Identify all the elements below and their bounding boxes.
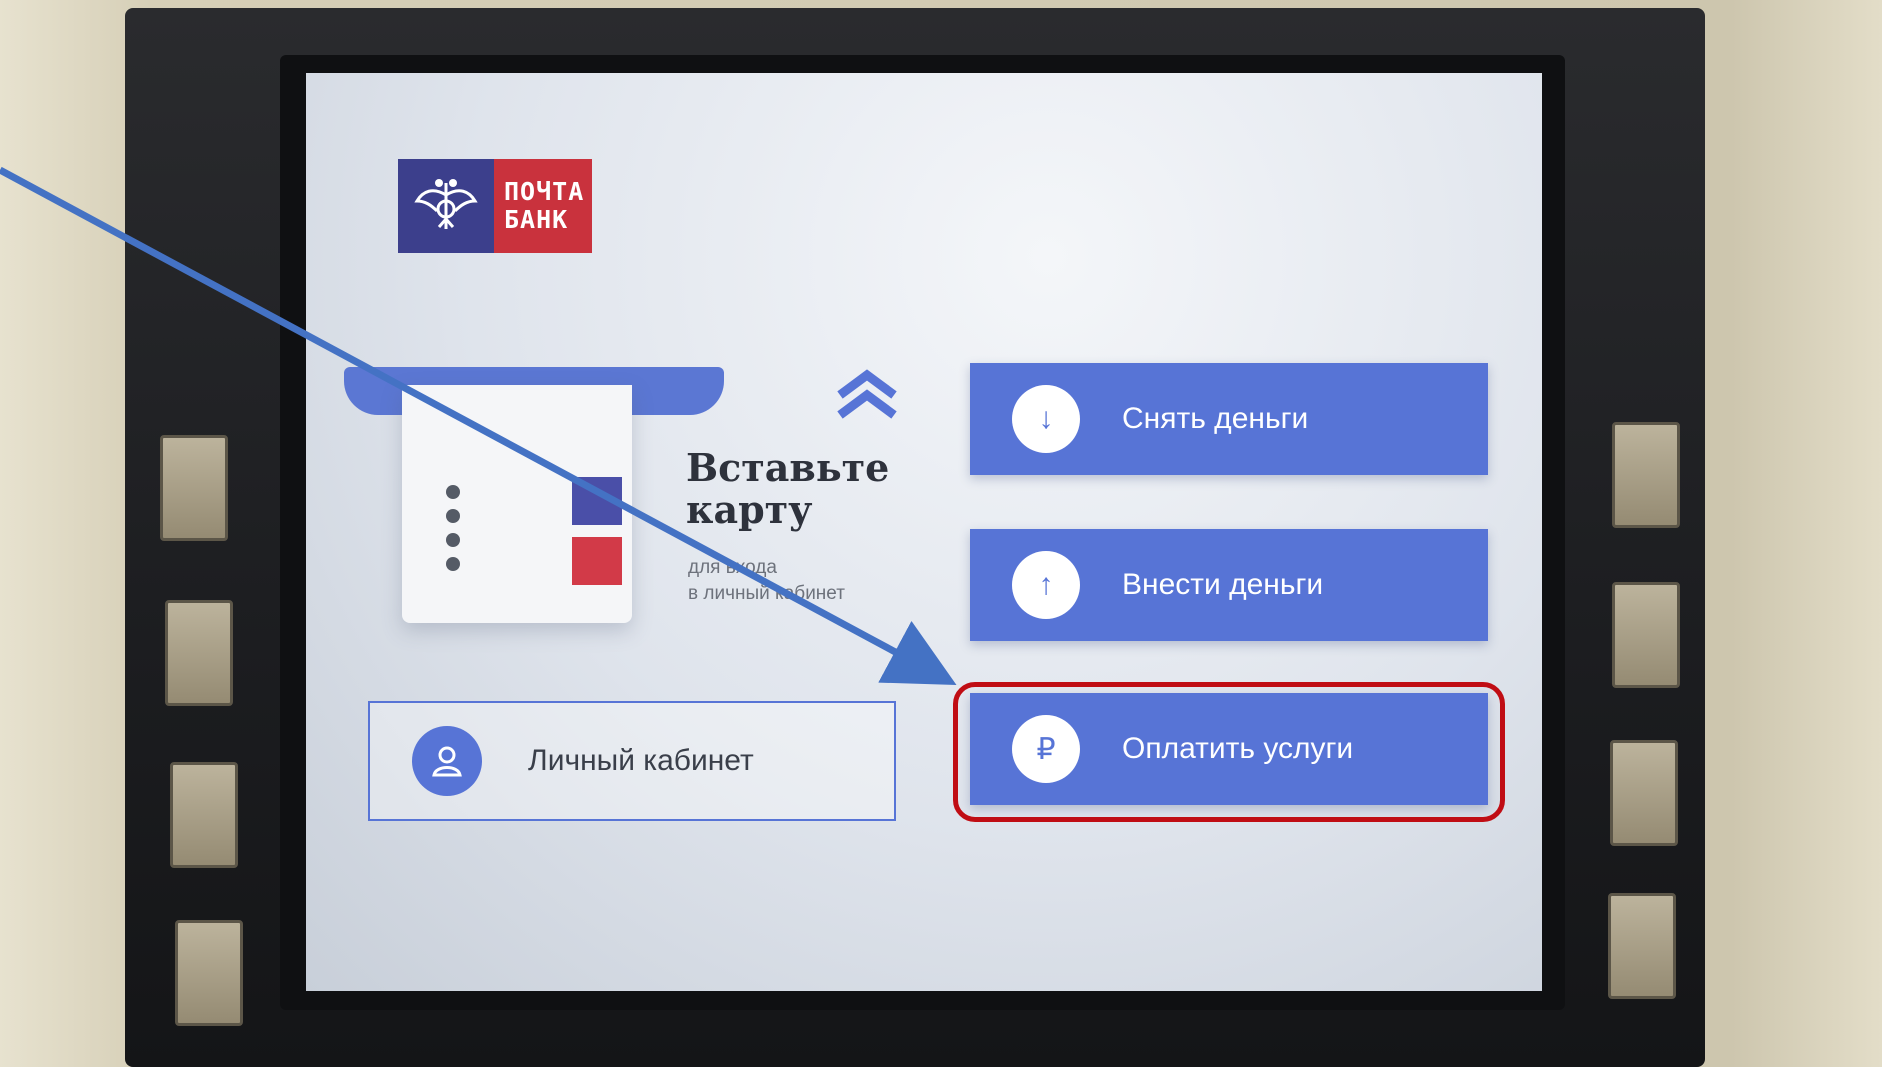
annotation-arrow-icon xyxy=(0,166,957,685)
